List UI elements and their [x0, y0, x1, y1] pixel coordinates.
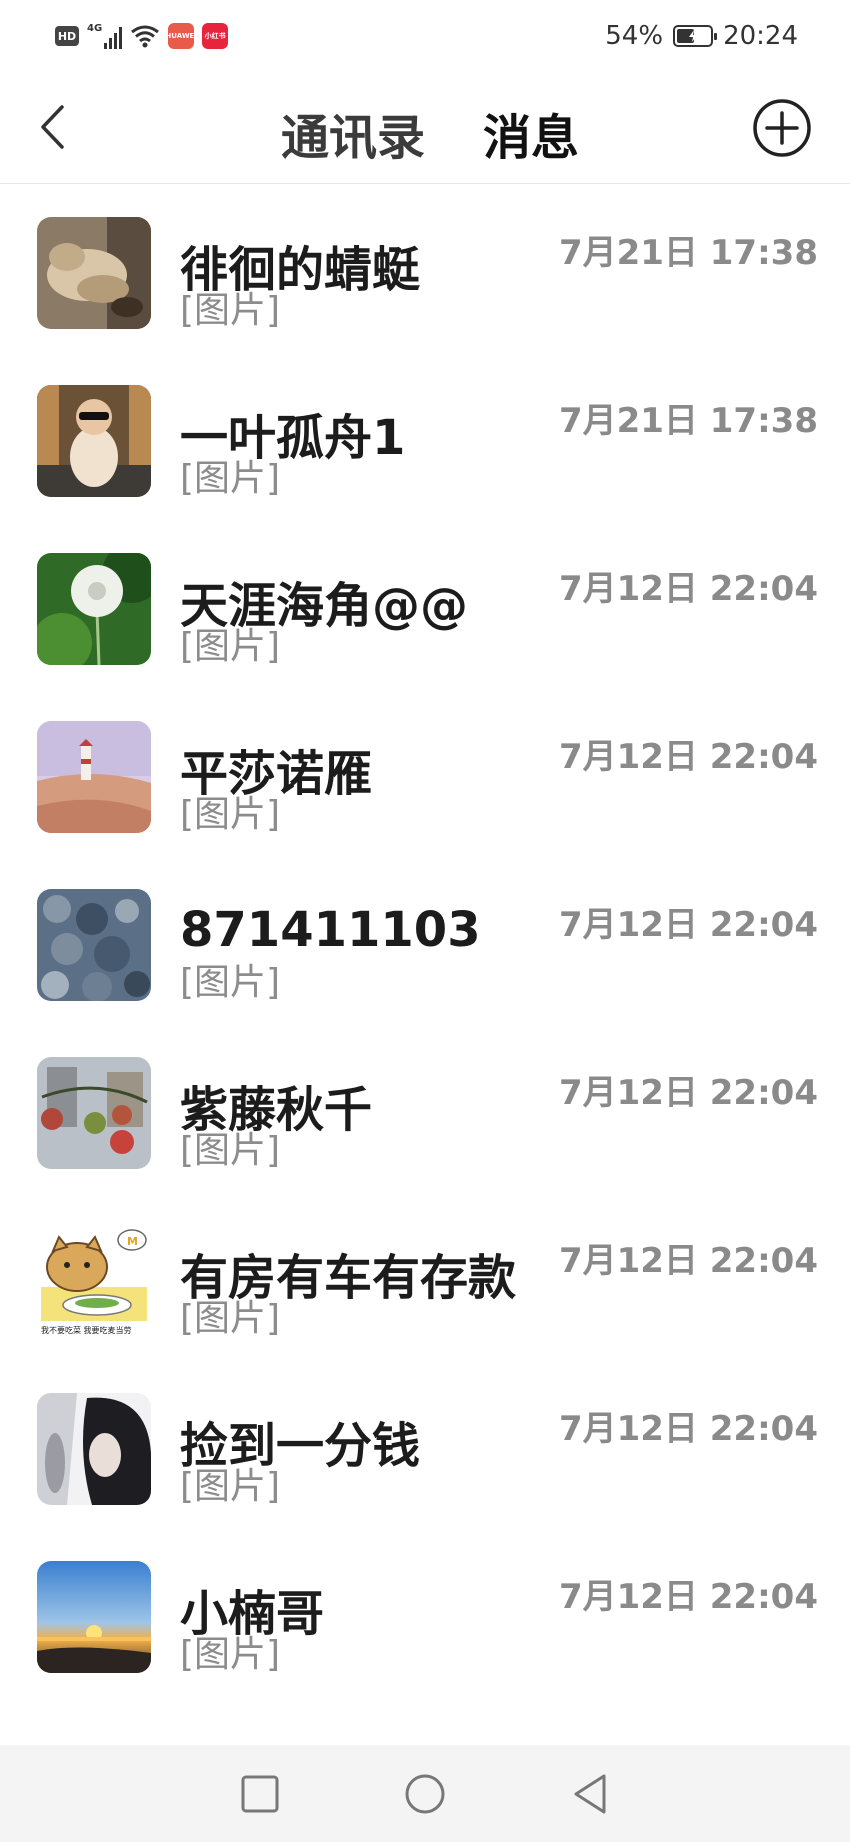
message-time: 7月12日 22:04	[558, 905, 818, 945]
huawei-app-icon: HUAWEI	[168, 23, 195, 49]
message-preview: [图片]	[180, 1298, 281, 1339]
signal-bars-icon	[104, 27, 123, 49]
message-time: 7月12日 22:04	[558, 1073, 818, 1113]
conversation-row[interactable]: 871411103 [图片] 7月12日 22:04	[0, 857, 850, 1025]
avatar[interactable]	[37, 889, 151, 1001]
message-time: 7月12日 22:04	[558, 1577, 818, 1617]
contact-name: 871411103	[180, 902, 481, 958]
conversation-row[interactable]: 平莎诺雁 [图片] 7月12日 22:04	[0, 689, 850, 857]
avatar-caption: 我不要吃菜 我要吃麦当劳	[41, 1325, 132, 1335]
message-preview: [图片]	[180, 290, 281, 331]
message-time: 7月12日 22:04	[558, 569, 818, 609]
square-icon	[241, 1775, 279, 1812]
add-button[interactable]	[752, 98, 812, 158]
hd-badge: HD	[55, 26, 79, 46]
avatar[interactable]	[37, 553, 151, 665]
home-button[interactable]	[400, 1769, 450, 1819]
message-preview: [图片]	[180, 458, 281, 499]
wifi-icon	[131, 25, 160, 48]
system-nav-bar	[0, 1745, 850, 1842]
conversation-row[interactable]: 一叶孤舟1 [图片] 7月21日 17:38	[0, 353, 850, 521]
triangle-back-icon	[574, 1774, 606, 1813]
avatar[interactable]	[37, 1057, 151, 1169]
status-right: 54% 20:24	[605, 21, 798, 51]
message-time: 7月12日 22:04	[558, 1409, 818, 1449]
message-preview: [图片]	[180, 1634, 281, 1675]
tab-contacts[interactable]: 通讯录	[281, 98, 425, 168]
avatar[interactable]	[37, 1561, 151, 1673]
conversation-row[interactable]: 紫藤秋千 [图片] 7月12日 22:04	[0, 1025, 850, 1193]
conversation-row[interactable]: M 我不要吃菜 我要吃麦当劳 有房有车有存款 [图片] 7月12日 22:04	[0, 1193, 850, 1361]
avatar[interactable]	[37, 1393, 151, 1505]
avatar[interactable]: M 我不要吃菜 我要吃麦当劳	[37, 1225, 151, 1337]
conversation-row[interactable]: 徘徊的蜻蜓 [图片] 7月21日 17:38	[0, 185, 850, 353]
clock: 20:24	[723, 21, 798, 51]
message-preview: [图片]	[180, 626, 281, 667]
avatar[interactable]	[37, 385, 151, 497]
message-preview: [图片]	[180, 794, 281, 835]
recent-apps-button[interactable]	[235, 1769, 285, 1819]
message-time: 7月12日 22:04	[558, 737, 818, 777]
battery-percent: 54%	[605, 21, 664, 51]
status-left: HD 4G HUAWEI 小红书	[55, 23, 229, 49]
conversation-row[interactable]: 天涯海角@@ [图片] 7月12日 22:04	[0, 521, 850, 689]
svg-text:M: M	[127, 1235, 138, 1248]
conversation-row[interactable]: 捡到一分钱 [图片] 7月12日 22:04	[0, 1361, 850, 1529]
message-preview: [图片]	[180, 962, 281, 1003]
header: 通讯录 消息	[0, 72, 850, 184]
conversation-list: 徘徊的蜻蜓 [图片] 7月21日 17:38 一叶孤舟1 [图片] 7月21日 …	[0, 185, 850, 1745]
tab-messages[interactable]: 消息	[483, 98, 579, 168]
system-back-button[interactable]	[565, 1769, 615, 1819]
status-bar: HD 4G HUAWEI 小红书 54% 20:24	[0, 0, 850, 72]
message-time: 7月21日 17:38	[558, 233, 818, 273]
message-time: 7月12日 22:04	[558, 1241, 818, 1281]
conversation-row[interactable]: 小楠哥 [图片] 7月12日 22:04	[0, 1529, 850, 1697]
network-type: 4G	[87, 23, 103, 34]
avatar[interactable]	[37, 217, 151, 329]
avatar[interactable]	[37, 721, 151, 833]
message-preview: [图片]	[180, 1130, 281, 1171]
tab-bar: 通讯录 消息	[0, 98, 850, 168]
battery-icon	[673, 25, 718, 47]
signal-indicator: 4G	[87, 23, 123, 49]
message-preview: [图片]	[180, 1466, 281, 1507]
xiaohongshu-app-icon: 小红书	[202, 23, 229, 49]
circle-icon	[405, 1774, 445, 1813]
message-time: 7月21日 17:38	[558, 401, 818, 441]
